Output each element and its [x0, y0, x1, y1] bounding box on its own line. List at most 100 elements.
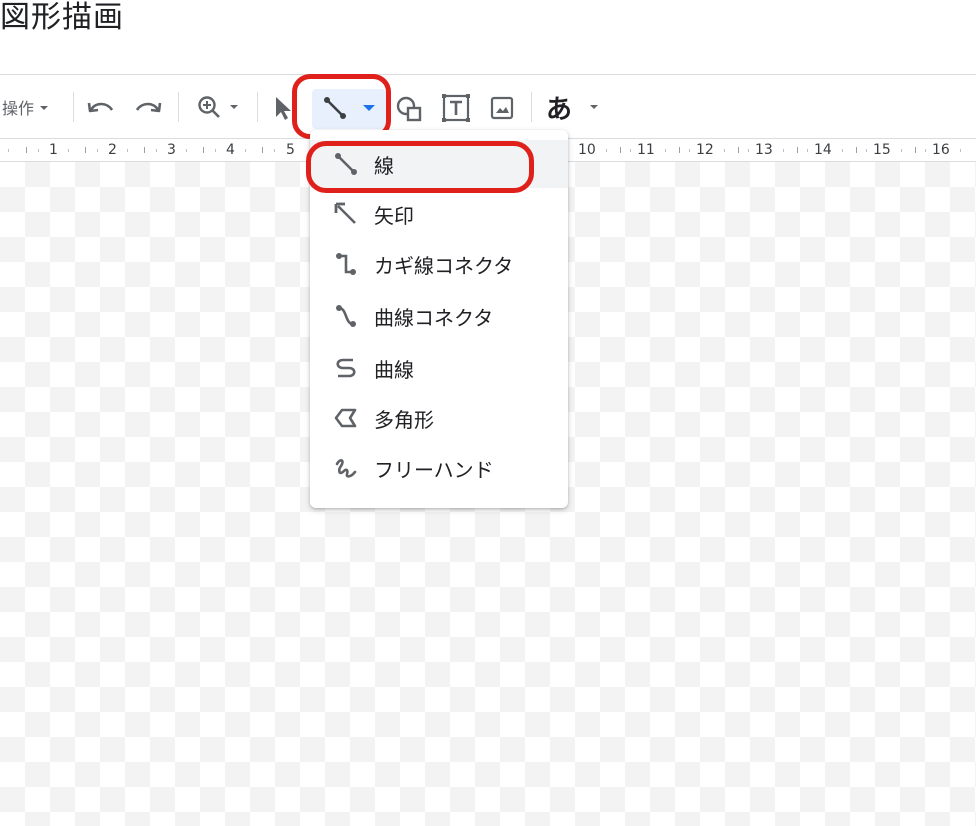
image-icon: [490, 96, 514, 120]
ruler-tick: [901, 149, 902, 152]
ruler-tick: [203, 147, 204, 153]
toolbar-divider: [531, 92, 532, 122]
menu-item-scribble[interactable]: フリーハンド: [310, 444, 568, 492]
title-divider: [0, 74, 976, 75]
ruler-tick: [620, 147, 621, 153]
ruler-tick: [679, 147, 680, 153]
input-tools-button[interactable]: あ: [546, 90, 599, 125]
ruler-tick: [68, 149, 69, 152]
ruler-tick: [856, 147, 857, 153]
menu-item-label: 曲線: [374, 357, 414, 382]
ruler-number: 13: [755, 142, 773, 158]
menu-item-polyline[interactable]: 多角形: [310, 394, 568, 442]
select-cursor-icon: [276, 97, 291, 120]
polyline-icon: [332, 404, 360, 432]
ruler-tick: [186, 149, 187, 152]
ruler-tick: [665, 149, 666, 152]
ruler-number: 2: [108, 142, 117, 158]
menu-item-label: 矢印: [374, 203, 414, 228]
ruler-tick: [215, 149, 216, 152]
ruler-number: 10: [578, 142, 596, 158]
line-type-menu: 線 矢印 カギ線コネクタ 曲線コネクタ 曲線 多角形 フリーハンド: [310, 130, 568, 508]
zoom-icon: [198, 96, 220, 118]
curve-icon: [332, 354, 360, 382]
ruler-tick: [630, 149, 631, 152]
redo-icon: [135, 102, 162, 113]
actions-menu-label: 操作: [2, 99, 35, 118]
menu-item-arrow[interactable]: 矢印: [310, 190, 568, 238]
ruler-number: 12: [696, 142, 714, 158]
menu-item-label: 多角形: [374, 407, 434, 432]
ruler-number: 14: [814, 142, 832, 158]
page-title: 図形描画: [0, 0, 124, 35]
menu-item-label: フリーハンド: [374, 457, 494, 482]
ruler-tick: [38, 149, 39, 152]
ruler-tick: [738, 147, 739, 153]
zoom-button[interactable]: [192, 93, 242, 121]
ruler-tick: [144, 147, 145, 153]
ruler-tick: [960, 149, 961, 152]
chevron-down-icon: [230, 105, 238, 109]
curved-connector-icon: [332, 302, 360, 330]
scribble-icon: [332, 454, 360, 482]
undo-icon: [87, 102, 114, 113]
input-tools-label: あ: [546, 94, 573, 125]
ruler-tick: [866, 149, 867, 152]
ruler-tick: [606, 149, 607, 152]
redo-button[interactable]: [133, 94, 163, 122]
toolbar: 操作 あ: [0, 82, 976, 134]
shape-icon: [396, 96, 422, 122]
line-tool-button[interactable]: [318, 92, 352, 124]
ruler-number: 5: [286, 142, 295, 158]
arrow-icon: [332, 200, 360, 228]
chevron-down-icon: [590, 105, 599, 109]
ruler-number: 3: [167, 142, 176, 158]
image-button[interactable]: [488, 94, 516, 122]
line-icon: [332, 150, 360, 178]
ruler-tick: [689, 149, 690, 152]
ruler-tick: [807, 149, 808, 152]
select-tool-button[interactable]: [270, 93, 296, 123]
elbow-connector-icon: [332, 250, 360, 278]
menu-item-label: 曲線コネクタ: [374, 305, 494, 330]
ruler-tick: [127, 149, 128, 152]
ruler-number: 16: [932, 142, 950, 158]
menu-item-elbow-connector[interactable]: カギ線コネクタ: [310, 240, 568, 288]
ruler-tick: [262, 147, 263, 153]
ruler-number: 11: [637, 142, 655, 158]
ruler-tick: [85, 147, 86, 153]
ruler-tick: [783, 149, 784, 152]
ruler-tick: [8, 149, 9, 152]
ruler-tick: [156, 149, 157, 152]
toolbar-divider: [257, 92, 258, 122]
toolbar-divider: [178, 92, 179, 122]
ruler-tick: [748, 149, 749, 152]
dropdown-arrow-icon: [363, 105, 375, 111]
ruler-tick: [274, 149, 275, 152]
menu-item-curve[interactable]: 曲線: [310, 344, 568, 392]
menu-item-line[interactable]: 線: [310, 140, 568, 188]
actions-menu-button[interactable]: 操作: [2, 96, 49, 118]
ruler-tick: [797, 147, 798, 153]
ruler-tick: [26, 147, 27, 153]
ruler-number: 15: [873, 142, 891, 158]
line-type-dropdown-button[interactable]: [356, 92, 382, 124]
menu-item-curved-connector[interactable]: 曲線コネクタ: [310, 292, 568, 340]
ruler-tick: [724, 149, 725, 152]
ruler-tick: [915, 147, 916, 153]
ruler-tick: [97, 149, 98, 152]
menu-item-label: 線: [374, 153, 394, 178]
toolbar-divider: [73, 92, 74, 122]
ruler-number: 1: [49, 142, 58, 158]
text-box-button[interactable]: [440, 92, 472, 124]
ruler-number: 4: [226, 142, 235, 158]
line-tool-icon: [324, 97, 346, 119]
ruler-tick: [245, 149, 246, 152]
text-box-icon: [442, 94, 470, 122]
ruler-tick: [842, 149, 843, 152]
shape-button[interactable]: [394, 92, 424, 124]
ruler-tick: [925, 149, 926, 152]
chevron-down-icon: [40, 106, 49, 110]
menu-item-label: カギ線コネクタ: [374, 253, 514, 278]
undo-button[interactable]: [86, 94, 116, 122]
